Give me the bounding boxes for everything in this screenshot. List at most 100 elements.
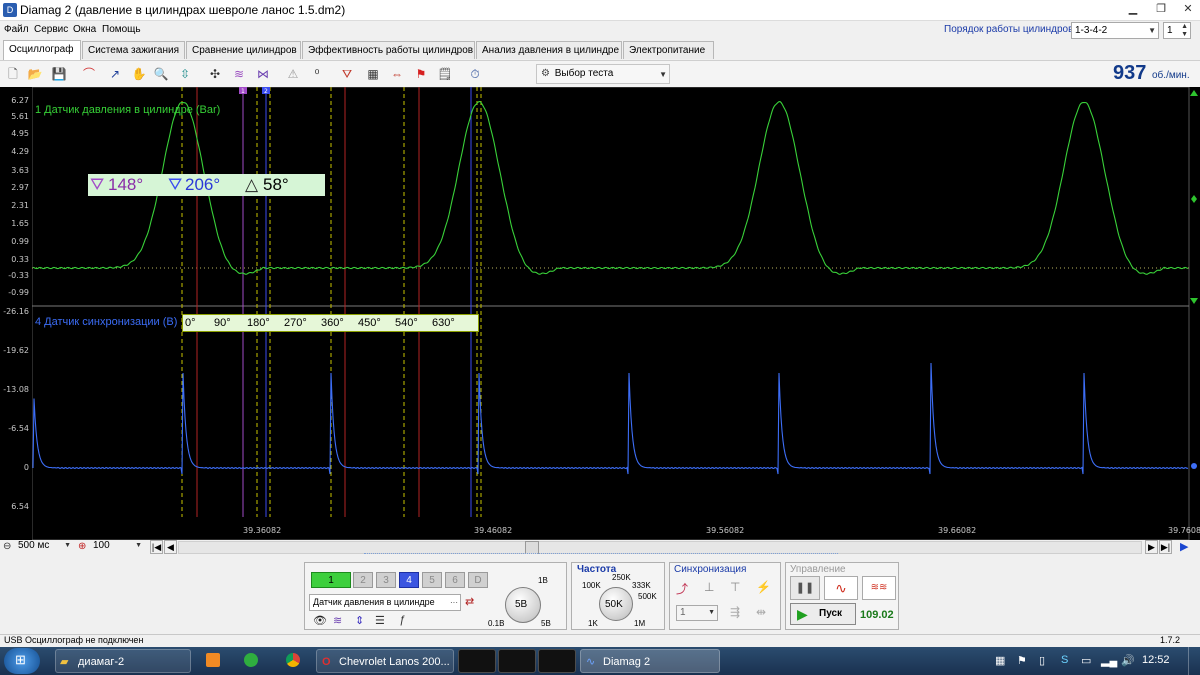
timebase-select[interactable]: 500 мс ▼ [15, 540, 73, 554]
scroll-left-button[interactable]: ◀ [164, 540, 177, 554]
zoom-out-icon[interactable]: ⊖ [3, 541, 11, 552]
open-folder-icon[interactable]: 📂 [26, 65, 44, 83]
ch1-tick: 3.63 [11, 166, 29, 175]
degree-label: 0° [185, 317, 196, 329]
taskbar-window-1[interactable] [458, 649, 496, 673]
taskbar-window-3[interactable] [538, 649, 576, 673]
wave-compare-icon[interactable]: ⋈ [254, 65, 272, 83]
measure-icon[interactable]: ↗ [106, 65, 124, 83]
tray-flag-icon[interactable]: ⚑ [1017, 654, 1027, 667]
tab-oscilloscope[interactable]: Осциллограф [3, 40, 81, 60]
cylinder-number-spinner[interactable]: 1 ▲ ▼ [1163, 22, 1191, 39]
multi-wave-icon[interactable]: ≋≋ [862, 576, 896, 600]
tray-battery-icon[interactable]: ▯ [1039, 654, 1045, 667]
scroll-start-button[interactable]: |◀ [150, 540, 163, 554]
messenger-icon[interactable] [244, 653, 258, 667]
clock[interactable]: 12:52 [1142, 654, 1170, 666]
fit-icon[interactable]: ⇳ [176, 65, 194, 83]
ch4-title: 4 Датчик синхронизации (B) [35, 316, 178, 328]
tab-power-supply[interactable]: Электропитание [623, 41, 714, 59]
show-desktop-button[interactable] [1188, 647, 1200, 675]
maximize-button[interactable]: ❐ [1148, 0, 1174, 18]
invert-wave-icon[interactable]: ≋ [333, 614, 342, 627]
start-button[interactable]: ▶ Пуск [790, 603, 856, 625]
tray-volume-icon[interactable]: 🔊 [1121, 654, 1135, 667]
zero-offset-icon[interactable]: ⁰ [308, 65, 326, 83]
taskbar-window-2[interactable] [498, 649, 536, 673]
sync-center-icon[interactable]: ⇹ [756, 605, 766, 619]
splitter[interactable] [364, 553, 838, 558]
grid-icon[interactable]: ▦ [364, 65, 382, 83]
zoom-select[interactable]: 100 ▼ [90, 540, 144, 554]
lines-icon[interactable]: ☰ [375, 614, 385, 627]
ch4-tick: -6.54 [8, 424, 29, 433]
chrome-icon[interactable] [286, 653, 300, 667]
tab-pressure-analysis[interactable]: Анализ давления в цилиндре [476, 41, 622, 59]
view-icon[interactable]: 👁 [313, 614, 327, 627]
taskbar-diamag[interactable]: ∿ Diamag 2 [580, 649, 720, 673]
channel-2-button[interactable]: 2 [353, 572, 373, 588]
menu-windows[interactable]: Окна [73, 24, 96, 35]
tab-cylinder-efficiency[interactable]: Эффективность работы цилиндров [302, 41, 475, 59]
play-scroll-icon[interactable]: ▶ [1180, 540, 1188, 553]
channel-d-button[interactable]: D [468, 572, 488, 588]
flag-icon[interactable]: ⚑ [412, 65, 430, 83]
channel-5-button[interactable]: 5 [422, 572, 442, 588]
zoom-icon[interactable]: 🔍 [152, 65, 170, 83]
time-label: 39.36082 [243, 526, 282, 535]
cursor-markers-icon[interactable]: ⌒ [80, 65, 98, 83]
hand-pan-icon[interactable]: ✋ [130, 65, 148, 83]
auto-icon[interactable]: ⏱ [466, 65, 484, 83]
split-icon[interactable]: ✣ [206, 65, 224, 83]
cylinder-order-select[interactable]: 1-3-4-2 ▼ [1071, 22, 1159, 39]
tab-ignition[interactable]: Система зажигания [82, 41, 185, 59]
menu-help[interactable]: Помощь [102, 24, 141, 35]
taskbar-folder[interactable]: ▰ диамаг-2 [55, 649, 191, 673]
test-select-label: Выбор теста [554, 68, 614, 79]
channel-6-button[interactable]: 6 [445, 572, 465, 588]
trigger-icon[interactable]: ⚠ [284, 65, 302, 83]
minimize-button[interactable]: ▁ [1120, 0, 1146, 18]
tray-signal-icon[interactable]: ▂▄ [1101, 654, 1117, 667]
sync-channel-select[interactable]: 1 ▼ [676, 605, 718, 621]
close-button[interactable]: ✕ [1175, 0, 1200, 18]
channel-3-button[interactable]: 3 [376, 572, 396, 588]
scroll-right-button[interactable]: ▶ [1145, 540, 1158, 554]
sensor-select[interactable]: Датчик давления в цилиндре ··· [309, 594, 461, 611]
tab-cylinder-compare[interactable]: Сравнение цилиндров [186, 41, 301, 59]
new-file-icon[interactable]: 🗋 [4, 65, 22, 83]
test-select[interactable]: ⚙ Выбор теста ▼ [536, 64, 670, 84]
sync-mode-icon[interactable]: ⇶ [730, 605, 740, 619]
channel-1-button[interactable]: 1 [311, 572, 351, 588]
wave-filter-icon[interactable]: ≋ [230, 65, 248, 83]
single-wave-icon[interactable]: ∿ [824, 576, 858, 600]
pause-button[interactable]: ❚❚ [790, 576, 820, 600]
notes-icon[interactable]: 🗒 [436, 65, 454, 83]
sync-auto-icon[interactable]: ⚡ [756, 580, 771, 594]
timebase-value: 500 мс [18, 540, 50, 551]
sync-level-icon[interactable]: ⊥ [704, 580, 714, 594]
ch4-tick: -19.62 [3, 346, 29, 355]
sync-rising-icon[interactable]: ⤴ [676, 580, 688, 597]
scope-canvas[interactable]: 1 2 [0, 87, 1200, 540]
horizontal-cursor-icon[interactable]: ⇔ [388, 65, 406, 83]
function-icon[interactable]: ƒ [399, 614, 405, 626]
start-menu-button[interactable]: ⊞ [4, 648, 40, 674]
save-icon[interactable]: 💾 [50, 65, 68, 83]
channel-4-button[interactable]: 4 [399, 572, 419, 588]
taskbar-opera[interactable]: O Chevrolet Lanos 200... [316, 649, 454, 673]
tray-display-icon[interactable]: ▭ [1081, 654, 1091, 667]
tray-network-icon[interactable]: ▦ [995, 654, 1005, 667]
sync-falling-icon[interactable]: ⊤ [730, 580, 740, 594]
media-player-icon[interactable] [206, 653, 220, 667]
tray-skype-icon[interactable]: S [1061, 654, 1068, 666]
oscilloscope-display[interactable]: 1 2 6.27 5.61 4.95 4.29 3.63 2.97 2.31 1… [0, 87, 1200, 540]
scroll-end-button[interactable]: ▶| [1159, 540, 1172, 554]
vertical-scale-icon[interactable]: ⇕ [355, 614, 364, 627]
filter-icon[interactable]: ⛛ [338, 65, 356, 83]
zoom-in-icon[interactable]: ⊕ [78, 541, 86, 552]
ch1-tick: 2.31 [11, 201, 29, 210]
save-sensor-icon[interactable]: ⇄ [465, 595, 474, 608]
menu-service[interactable]: Сервис [34, 24, 68, 35]
menu-file[interactable]: Файл [4, 24, 29, 35]
